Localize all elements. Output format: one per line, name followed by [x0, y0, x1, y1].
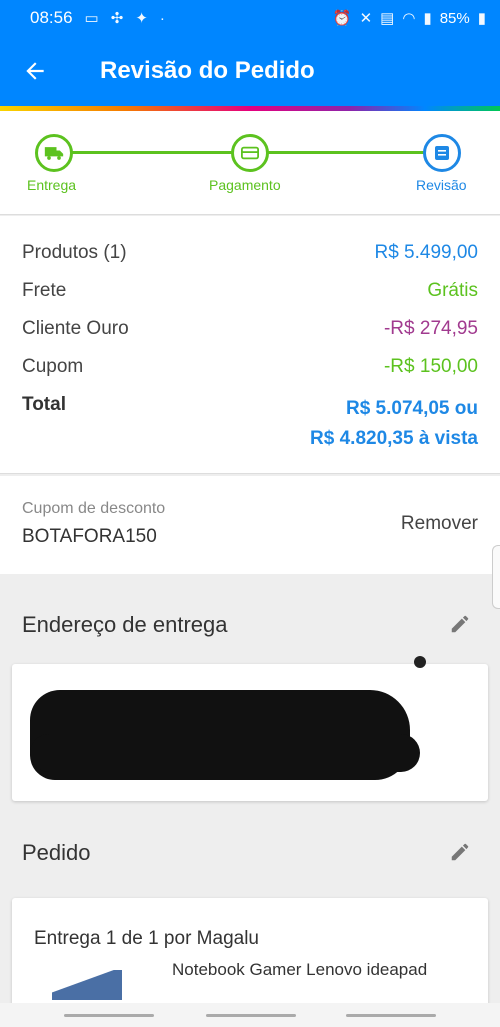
address-section-title: Endereço de entrega	[22, 612, 228, 637]
app-bar: Revisão do Pedido	[0, 36, 500, 106]
summary-total-row: Total R$ 5.074,05 ou R$ 4.820,35 à vista	[22, 394, 478, 454]
total-installment: R$ 5.074,05 ou	[345, 398, 478, 419]
delivery-heading: Entrega 1 de 1 por Magalu	[34, 928, 259, 949]
products-value: R$ 5.499,00	[374, 242, 478, 263]
laptop-icon: ▭	[84, 10, 99, 27]
step-label-entrega: Entrega	[27, 177, 77, 193]
coupon-label: Cupom	[22, 356, 84, 377]
total-value: R$ 5.074,05 ou R$ 4.820,35 à vista	[310, 394, 478, 454]
back-arrow-icon[interactable]	[0, 36, 70, 106]
battery-icon: ▮	[477, 10, 486, 27]
step-connector	[268, 151, 424, 154]
indicator-dot	[414, 656, 426, 668]
remove-coupon-button[interactable]: Remover	[401, 513, 478, 535]
edit-address-icon[interactable]	[446, 610, 474, 638]
back-button[interactable]	[346, 1014, 436, 1017]
card-icon[interactable]	[231, 134, 269, 172]
gold-discount-value: -R$ 274,95	[383, 318, 478, 339]
summary-coupon-row: Cupom -R$ 150,00	[22, 356, 478, 378]
volte-icon: ▤	[380, 10, 395, 27]
mute-icon: ✕	[359, 10, 373, 27]
shipping-label: Frete	[22, 280, 67, 301]
system-nav-bar	[0, 1003, 500, 1027]
step-label-revisao: Revisão	[416, 177, 467, 193]
product-name[interactable]: Notebook Gamer Lenovo ideapad	[172, 960, 427, 980]
total-cash: R$ 4.820,35 à vista	[310, 428, 478, 449]
checkout-stepper: Entrega Pagamento Revisão	[0, 111, 500, 215]
dot-icon: ·	[159, 9, 165, 27]
address-card[interactable]	[12, 664, 488, 801]
gold-label: Cliente Ouro	[22, 318, 129, 339]
coupon-caption: Cupom de desconto	[22, 500, 166, 517]
review-icon[interactable]	[423, 134, 461, 172]
step-connector	[72, 151, 232, 154]
total-label: Total	[22, 394, 66, 415]
alarm-icon: ⏰	[332, 10, 352, 27]
edit-order-icon[interactable]	[446, 838, 474, 866]
products-label: Produtos (1)	[22, 242, 127, 263]
summary-shipping-row: Frete Grátis	[22, 280, 478, 302]
step-label-pagamento: Pagamento	[209, 177, 281, 193]
shipping-value: Grátis	[427, 280, 478, 301]
status-bar: 08:56 ▭ ✣ ✦ · ⏰ ✕ ▤ ◠ ▮ 85% ▮	[0, 0, 500, 36]
battery-level: 85%	[439, 9, 470, 27]
status-time: 08:56	[30, 8, 73, 27]
coupon-section: Cupom de desconto BOTAFORA150 Remover	[0, 476, 500, 574]
recents-button[interactable]	[64, 1014, 154, 1017]
page-title: Revisão do Pedido	[100, 57, 315, 84]
redacted-address-line	[30, 734, 420, 772]
signal-icon: ▮	[423, 10, 432, 27]
order-section-title: Pedido	[22, 840, 91, 865]
side-handle[interactable]	[492, 545, 500, 609]
home-button[interactable]	[206, 1014, 296, 1017]
product-thumbnail	[52, 970, 122, 1000]
summary-products-row: Produtos (1) R$ 5.499,00	[22, 242, 478, 264]
order-summary: Produtos (1) R$ 5.499,00 Frete Grátis Cl…	[0, 216, 500, 474]
wifi-icon: ◠	[402, 10, 416, 27]
coupon-discount-value: -R$ 150,00	[383, 356, 478, 377]
fan-icon: ✣	[110, 10, 124, 27]
coupon-code: BOTAFORA150	[22, 526, 157, 547]
truck-icon[interactable]	[35, 134, 73, 172]
summary-gold-row: Cliente Ouro -R$ 274,95	[22, 318, 478, 340]
notification-icon: ✦	[135, 10, 148, 27]
